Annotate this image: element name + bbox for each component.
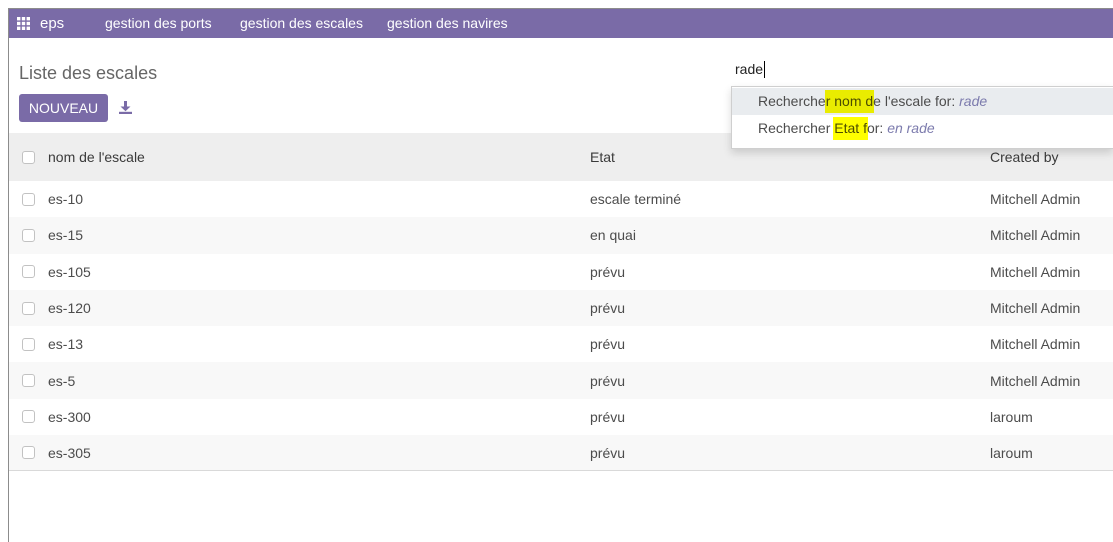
cell-name: es-13	[48, 336, 84, 353]
cell-created-by: Mitchell Admin	[990, 227, 1081, 244]
row-checkbox[interactable]	[22, 337, 35, 351]
apps-grid-icon	[17, 17, 30, 30]
autocomplete-field: nom de l'escale	[834, 93, 932, 109]
table-row[interactable]: es-120 prévu Mitchell Admin	[9, 289, 1113, 327]
column-header-name[interactable]: nom de l'escale	[48, 149, 590, 165]
cell-created-by: laroum	[990, 408, 1033, 425]
row-checkbox[interactable]	[22, 192, 35, 206]
export-button[interactable]	[119, 101, 132, 114]
cell-state: prévu	[590, 336, 626, 353]
column-header-created-by[interactable]: Created by	[990, 149, 1113, 165]
row-select-cell	[9, 410, 48, 424]
menu-item-gestion-des-navires[interactable]: gestion des navires	[387, 9, 508, 38]
row-select-cell	[9, 446, 48, 460]
cell-name: es-15	[48, 227, 84, 244]
search-query-text: rade	[735, 61, 764, 77]
cell-created-by: Mitchell Admin	[990, 191, 1081, 208]
search-autocomplete-dropdown: Rechercher nom de l'escale for: rade Rec…	[731, 86, 1113, 149]
cell-name: es-300	[48, 408, 91, 425]
cell-state: prévu	[590, 300, 626, 317]
row-checkbox[interactable]	[22, 374, 35, 388]
row-checkbox[interactable]	[22, 265, 35, 279]
table-row[interactable]: es-5 prévu Mitchell Admin	[9, 362, 1113, 399]
row-checkbox[interactable]	[22, 228, 35, 242]
app-name[interactable]: eps	[40, 9, 64, 38]
breadcrumb: Liste des escales	[19, 63, 158, 83]
autocomplete-item-search-state[interactable]: Rechercher Etat for: en rade	[732, 115, 1113, 142]
cell-name: es-10	[48, 191, 84, 208]
cell-state: prévu	[590, 372, 626, 389]
autocomplete-value: rade	[959, 93, 988, 109]
autocomplete-field: Etat	[834, 120, 860, 136]
escales-list-table: nom de l'escale Etat Created by es-10 es…	[9, 133, 1113, 472]
cell-name: es-305	[48, 444, 91, 461]
cell-created-by: Mitchell Admin	[990, 372, 1081, 389]
table-row[interactable]: es-10 escale terminé Mitchell Admin	[9, 181, 1113, 217]
app-window: eps gestion des ports gestion des escale…	[8, 8, 1113, 542]
row-select-cell	[9, 337, 48, 351]
cell-state: prévu	[590, 263, 626, 280]
select-all-checkbox[interactable]	[22, 150, 35, 164]
row-checkbox[interactable]	[22, 301, 35, 315]
row-select-cell	[9, 374, 48, 388]
menu-item-gestion-des-ports[interactable]: gestion des ports	[105, 9, 212, 38]
download-icon	[119, 101, 132, 114]
table-row[interactable]: es-305 prévu laroum	[9, 435, 1113, 472]
cell-state: escale terminé	[590, 191, 682, 208]
cell-created-by: laroum	[990, 444, 1033, 461]
column-header-state[interactable]: Etat	[590, 149, 990, 165]
search-input[interactable]: rade	[735, 59, 1113, 79]
header-select-cell	[9, 150, 48, 164]
cell-name: es-105	[48, 263, 91, 280]
row-select-cell	[9, 192, 48, 206]
cell-state: prévu	[590, 408, 626, 425]
row-select-cell	[9, 228, 48, 242]
row-checkbox[interactable]	[22, 410, 35, 424]
cell-state: en quai	[590, 227, 636, 244]
table-row[interactable]: es-13 prévu Mitchell Admin	[9, 326, 1113, 362]
table-row[interactable]: es-105 prévu Mitchell Admin	[9, 254, 1113, 290]
autocomplete-item-search-name[interactable]: Rechercher nom de l'escale for: rade	[732, 88, 1113, 115]
text-cursor	[764, 60, 766, 78]
autocomplete-connector: for:	[935, 93, 956, 109]
menu-item-gestion-des-escales[interactable]: gestion des escales	[240, 9, 363, 38]
new-button[interactable]: NOUVEAU	[19, 94, 108, 122]
row-select-cell	[9, 265, 48, 279]
cell-created-by: Mitchell Admin	[990, 336, 1081, 353]
cell-created-by: Mitchell Admin	[990, 300, 1081, 317]
cell-created-by: Mitchell Admin	[990, 263, 1081, 280]
table-row[interactable]: es-300 prévu laroum	[9, 399, 1113, 435]
autocomplete-value: en rade	[887, 120, 935, 136]
cell-name: es-5	[48, 372, 76, 389]
autocomplete-prefix: Rechercher	[758, 120, 831, 136]
apps-menu-button[interactable]	[17, 17, 30, 30]
main-navbar: eps gestion des ports gestion des escale…	[9, 9, 1113, 38]
cell-name: es-120	[48, 300, 91, 317]
cell-state: prévu	[590, 444, 626, 461]
row-select-cell	[9, 301, 48, 315]
autocomplete-connector: for:	[863, 120, 884, 136]
autocomplete-prefix: Rechercher	[758, 93, 831, 109]
table-row[interactable]: es-15 en quai Mitchell Admin	[9, 217, 1113, 254]
row-checkbox[interactable]	[22, 446, 35, 460]
